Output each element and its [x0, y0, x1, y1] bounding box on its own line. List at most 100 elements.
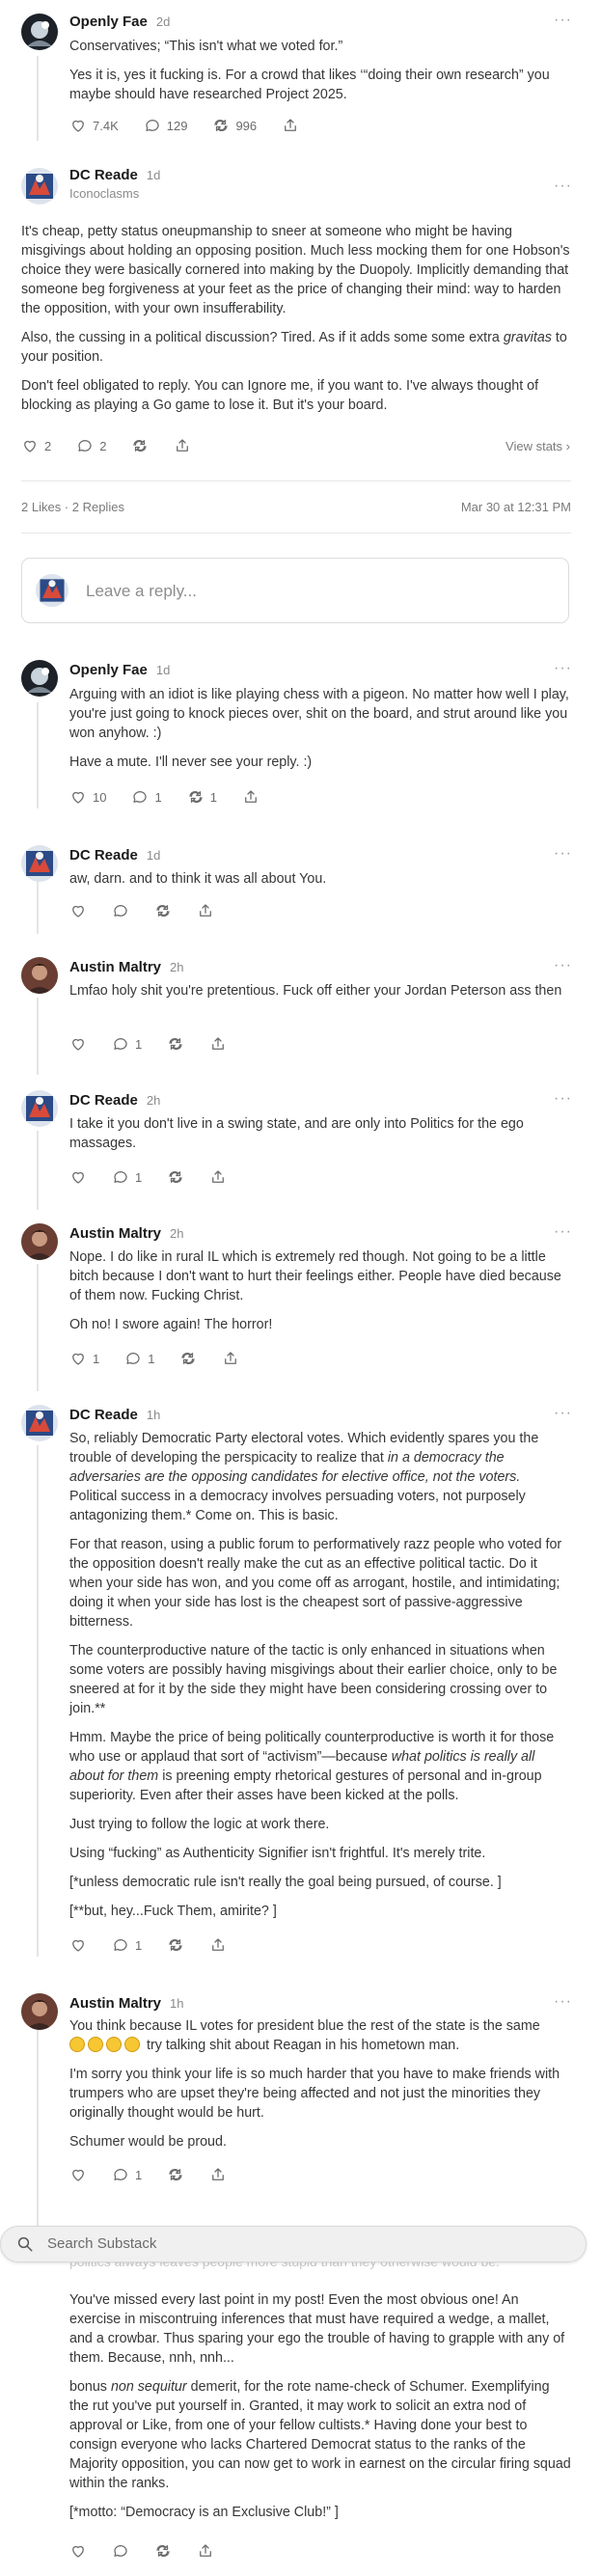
reply-input[interactable]: Leave a reply...	[21, 558, 569, 623]
share-button[interactable]	[197, 2542, 214, 2560]
avatar[interactable]	[21, 1993, 58, 2030]
comment-icon	[114, 1038, 127, 1050]
restack-button[interactable]: 996	[212, 117, 257, 134]
more-icon[interactable]: ···	[554, 957, 572, 974]
author-name[interactable]: Openly Fae	[69, 14, 148, 30]
reply-button[interactable]: 1	[131, 788, 162, 806]
more-icon[interactable]: ···	[554, 1405, 572, 1422]
avatar[interactable]	[21, 1405, 58, 1441]
restack-button[interactable]	[167, 1936, 184, 1954]
search-placeholder: Search Substack	[47, 2235, 157, 2252]
reply-button[interactable]: 1	[112, 2166, 142, 2183]
restack-button[interactable]	[154, 2542, 172, 2560]
restack-icon	[189, 791, 203, 803]
share-button[interactable]	[209, 1035, 227, 1053]
like-button[interactable]: 10	[69, 788, 106, 806]
more-icon[interactable]: ···	[554, 1223, 572, 1241]
author-name[interactable]: DC Reade	[69, 1407, 138, 1423]
comment-actions: 1 1	[69, 1349, 264, 1368]
share-button[interactable]	[209, 1168, 227, 1186]
timestamp[interactable]: 2h	[170, 960, 183, 974]
author-name[interactable]: Austin Maltry	[69, 1995, 161, 2012]
timestamp[interactable]: 1h	[147, 1408, 160, 1422]
timestamp[interactable]: 1h	[170, 1996, 183, 2011]
restack-button[interactable]: 1	[187, 788, 217, 806]
avatar[interactable]	[21, 1090, 58, 1127]
timestamp[interactable]: 2h	[170, 1226, 183, 1241]
comment-icon	[133, 791, 148, 803]
comment-icon	[114, 1171, 127, 1183]
share-button[interactable]	[174, 437, 191, 454]
restack-button[interactable]	[154, 902, 172, 919]
more-icon[interactable]: ···	[554, 660, 572, 677]
timestamp[interactable]: 2h	[147, 1093, 160, 1108]
share-button[interactable]	[209, 1936, 227, 1954]
author-name[interactable]: DC Reade	[69, 167, 138, 183]
like-button[interactable]	[69, 902, 87, 919]
timestamp[interactable]: 2d	[156, 14, 170, 29]
divider	[21, 480, 571, 481]
restack-button[interactable]	[131, 437, 149, 454]
reply-button[interactable]	[112, 902, 129, 919]
author-name[interactable]: DC Reade	[69, 847, 138, 863]
share-icon	[177, 439, 189, 452]
like-button[interactable]: 2	[21, 437, 51, 454]
comment-actions	[69, 901, 239, 920]
reply-button[interactable]: 1	[124, 1350, 154, 1367]
publication-name[interactable]: Iconoclasms	[69, 186, 139, 201]
share-button[interactable]	[209, 2166, 227, 2183]
share-button[interactable]	[222, 1350, 239, 1367]
reply-button[interactable]: 2	[76, 437, 106, 454]
timestamp[interactable]: 1d	[147, 168, 160, 182]
reply-button[interactable]: 129	[144, 117, 187, 134]
reply-button[interactable]	[112, 2542, 129, 2560]
comment-body: I take it you don't live in a swing stat…	[69, 1116, 524, 1151]
avatar[interactable]	[21, 845, 58, 882]
comment-body: Arguing with an idiot is like playing ch…	[69, 687, 569, 770]
author-name[interactable]: Austin Maltry	[69, 1225, 161, 1242]
like-button[interactable]: 1	[69, 1350, 99, 1367]
restack-button[interactable]	[167, 1035, 184, 1053]
like-button[interactable]	[69, 1936, 87, 1954]
timestamp[interactable]: 1d	[147, 848, 160, 863]
avatar[interactable]	[21, 660, 58, 697]
timestamp[interactable]: 1d	[156, 663, 170, 677]
likes-replies-count[interactable]: 2 Likes · 2 Replies	[21, 500, 124, 514]
divider	[21, 533, 571, 534]
more-icon[interactable]: ···	[554, 178, 572, 195]
comment-body: aw, darn. and to think it was all about …	[69, 871, 327, 887]
share-button[interactable]	[242, 788, 260, 806]
search-input[interactable]: Search Substack	[0, 2226, 587, 2262]
restack-button[interactable]	[179, 1350, 197, 1367]
view-stats-link[interactable]: View stats ›	[505, 439, 570, 453]
comment-actions: 1	[69, 1034, 252, 1054]
more-icon[interactable]: ···	[554, 12, 572, 29]
avatar[interactable]	[21, 957, 58, 994]
more-icon[interactable]: ···	[554, 1090, 572, 1108]
share-button[interactable]	[282, 117, 299, 134]
reply-button[interactable]: 1	[112, 1035, 142, 1053]
avatar[interactable]	[21, 1223, 58, 1260]
reply-button[interactable]: 1	[112, 1936, 142, 1954]
comment-actions: 10 1 1	[69, 787, 285, 807]
like-button[interactable]	[69, 1035, 87, 1053]
author-name[interactable]: Austin Maltry	[69, 959, 161, 975]
more-icon[interactable]: ···	[554, 845, 572, 863]
comment-body: So, reliably Democratic Party electoral …	[69, 1431, 562, 1919]
restack-icon	[181, 1353, 196, 1364]
like-button[interactable]	[69, 2166, 87, 2183]
like-button[interactable]	[69, 1168, 87, 1186]
restack-button[interactable]	[167, 1168, 184, 1186]
like-button[interactable]	[69, 2542, 87, 2560]
avatar[interactable]	[21, 14, 58, 50]
like-button[interactable]: 7.4K	[69, 117, 119, 134]
more-icon[interactable]: ···	[554, 1993, 572, 2011]
share-button[interactable]	[197, 902, 214, 919]
author-name[interactable]: DC Reade	[69, 1092, 138, 1109]
restack-button[interactable]	[167, 2166, 184, 2183]
avatar[interactable]	[21, 168, 58, 205]
reply-button[interactable]: 1	[112, 1168, 142, 1186]
thread-line	[37, 998, 39, 1075]
author-name[interactable]: Openly Fae	[69, 662, 148, 678]
thread-line	[37, 1264, 39, 1391]
